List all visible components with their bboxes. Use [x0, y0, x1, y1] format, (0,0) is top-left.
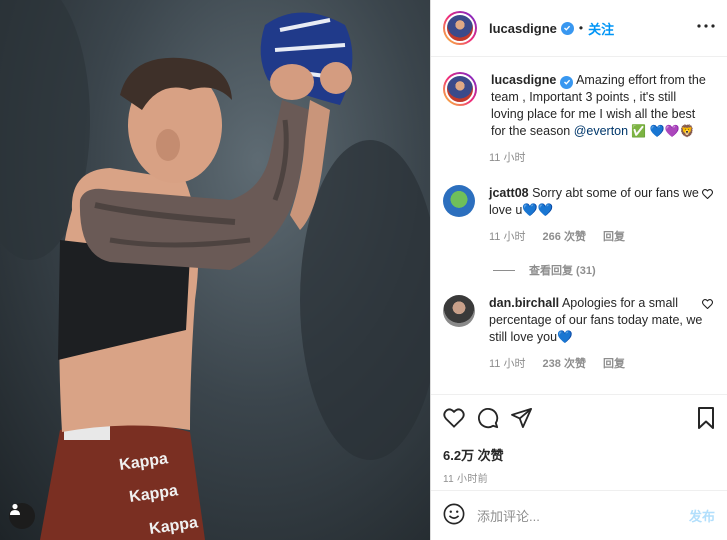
post-photo[interactable]: Kappa Kappa Kappa	[0, 0, 430, 540]
commenter-avatar[interactable]	[443, 185, 475, 217]
comment-like-icon[interactable]	[701, 298, 714, 312]
separator-dot: •	[578, 21, 584, 35]
caption-avatar[interactable]	[443, 72, 477, 106]
author-avatar[interactable]	[443, 11, 477, 45]
comment-time: 11 小时	[489, 358, 526, 370]
author-username[interactable]: lucasdigne	[489, 21, 557, 36]
caption-text: lucasdigne Amazing effort from the team …	[491, 72, 706, 140]
comment-meta: 11 小时 266 次赞 回复	[489, 228, 715, 244]
comment-item: jcatt08 Sorry abt some of our fans we lo…	[443, 185, 715, 219]
comment-item: dan.birchall Apologies for a small perce…	[443, 295, 715, 346]
smiley-icon[interactable]	[443, 503, 465, 528]
post-comment-button[interactable]: 发布	[689, 506, 715, 525]
bookmark-icon[interactable]	[697, 407, 715, 432]
action-icons	[443, 407, 715, 431]
more-options-icon[interactable]	[697, 17, 715, 31]
caption-time: 11 小时	[489, 152, 526, 164]
comment-username[interactable]: dan.birchall	[489, 296, 559, 310]
caption-emoji: ✅ 💙💜🦁	[628, 124, 695, 138]
comment-username[interactable]: jcatt08	[489, 186, 529, 200]
reply-button[interactable]: 回复	[603, 358, 625, 370]
reply-button[interactable]: 回复	[603, 231, 625, 243]
post-panel: lucasdigne • 关注 lucasdigne Amazing effor…	[430, 0, 727, 540]
photo-illustration: Kappa Kappa Kappa	[0, 0, 430, 540]
user-tag-icon	[10, 503, 20, 515]
comment-like-icon[interactable]	[701, 188, 714, 202]
like-count[interactable]: 6.2万 次赞	[443, 445, 715, 464]
comment-likes[interactable]: 266 次赞	[543, 231, 586, 243]
comment-meta: 11 小时 238 次赞 回复	[489, 355, 715, 371]
caption-mention[interactable]: @everton	[574, 124, 628, 138]
heart-icon[interactable]	[443, 408, 465, 431]
user-tag-button[interactable]	[9, 503, 35, 529]
paper-plane-icon[interactable]	[511, 407, 533, 431]
comment-text: dan.birchall Apologies for a small perce…	[489, 295, 704, 346]
replies-line	[493, 269, 515, 271]
caption-username[interactable]: lucasdigne	[491, 73, 556, 87]
caption-meta: 11 小时	[489, 149, 715, 165]
comment-composer: 添加评论... 发布	[431, 490, 727, 540]
follow-button[interactable]: 关注	[588, 19, 614, 38]
comments-list[interactable]: lucasdigne Amazing effort from the team …	[431, 58, 727, 394]
verified-badge-icon	[560, 75, 574, 89]
comment-bubble-icon[interactable]	[477, 407, 499, 432]
comment-input[interactable]: 添加评论...	[477, 506, 689, 525]
post-header: lucasdigne • 关注	[431, 0, 727, 57]
post-actions: 6.2万 次赞 11 小时前	[431, 394, 727, 490]
comment-time: 11 小时	[489, 231, 526, 243]
view-replies-button[interactable]: 查看回复 (31)	[493, 262, 715, 278]
commenter-avatar[interactable]	[443, 295, 475, 327]
view-replies-label: 查看回复 (31)	[529, 265, 596, 277]
caption: lucasdigne Amazing effort from the team …	[443, 72, 715, 140]
comment-likes[interactable]: 238 次赞	[543, 358, 586, 370]
comment-text: jcatt08 Sorry abt some of our fans we lo…	[489, 185, 704, 219]
post-timestamp: 11 小时前	[443, 474, 488, 485]
verified-badge-icon	[560, 21, 574, 35]
